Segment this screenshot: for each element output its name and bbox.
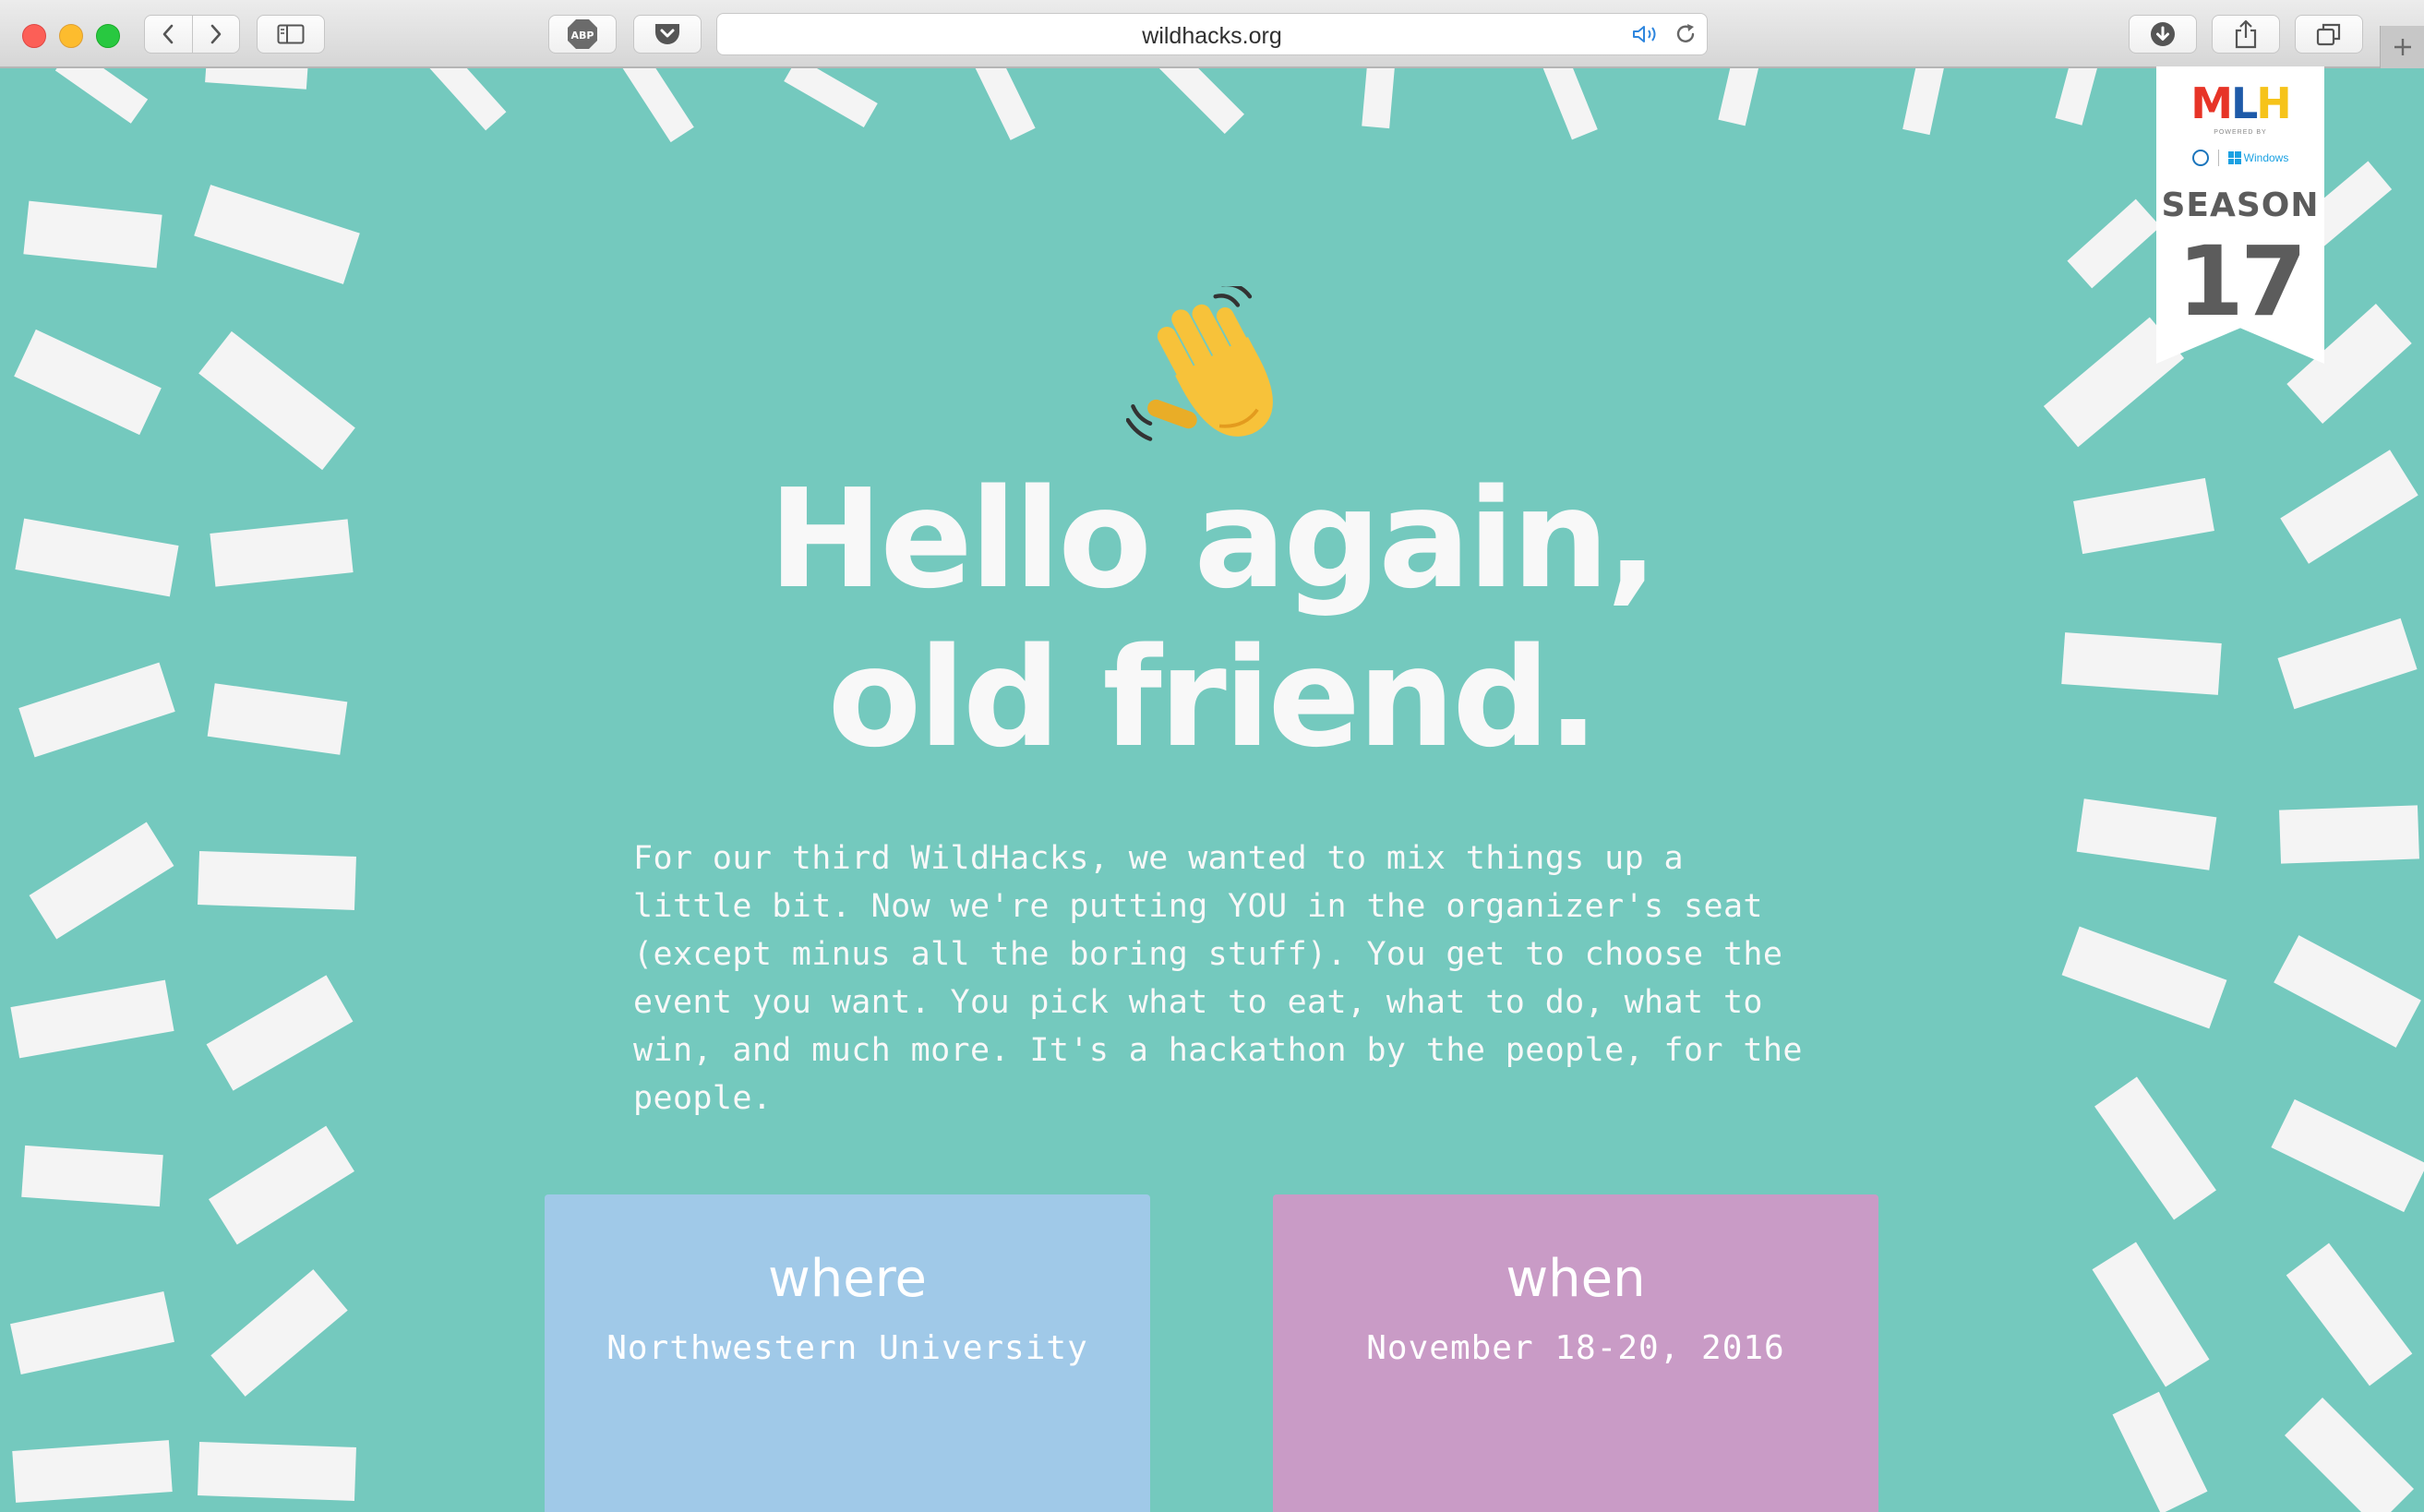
confetti-strip (2094, 1076, 2216, 1220)
confetti-strip (210, 1269, 348, 1397)
confetti-strip (2277, 618, 2418, 710)
confetti-strip (2271, 1098, 2424, 1213)
page-headline: Hello again, old friend. (750, 460, 1674, 777)
confetti-strip (1159, 68, 1244, 134)
reload-icon[interactable] (1674, 22, 1698, 46)
confetti-strip (2284, 1397, 2415, 1512)
confetti-strip (2072, 477, 2214, 555)
confetti-strip (2076, 798, 2216, 870)
confetti-strip (54, 68, 149, 124)
season-label: SEASON (2161, 186, 2320, 224)
confetti-strip (1362, 68, 1397, 129)
confetti-strip (2280, 450, 2418, 564)
confetti-strip (2061, 632, 2222, 695)
confetti-strip (2279, 805, 2419, 864)
mlh-logo-m: M (2190, 78, 2233, 128)
confetti-strip (209, 1125, 354, 1245)
headline-line-2: old friend. (827, 618, 1600, 777)
url-text: wildhacks.org (1142, 23, 1282, 49)
intro-paragraph: For our third WildHacks, we wanted to mi… (633, 840, 1803, 1117)
confetti-strip (1541, 68, 1598, 140)
adblock-label: ABP (571, 30, 594, 42)
confetti-strip (22, 200, 162, 269)
audio-playing-icon[interactable] (1631, 23, 1662, 45)
new-tab-button[interactable] (2380, 26, 2424, 68)
headline-line-1: Hello again, (768, 460, 1659, 618)
adblock-icon: ABP (568, 19, 597, 49)
forward-button[interactable] (191, 16, 240, 53)
sidebar-icon (277, 24, 305, 44)
dell-logo-icon (2191, 150, 2209, 166)
tab-overview-button[interactable] (2295, 15, 2363, 54)
confetti-strip (198, 851, 356, 910)
sponsor-divider (2217, 150, 2219, 166)
confetti-strip (210, 519, 354, 587)
downloads-button[interactable] (2129, 15, 2197, 54)
confetti-strip (426, 68, 506, 131)
season-number: 17 (2177, 225, 2308, 338)
address-bar[interactable]: wildhacks.org (716, 13, 1708, 55)
navigation-buttons (144, 15, 240, 54)
mlh-season-badge[interactable]: MLH POWERED BY Windows SEASON 17 (2156, 66, 2324, 364)
close-window-button[interactable] (22, 24, 46, 48)
confetti-strip (21, 1145, 163, 1207)
plus-icon (2394, 39, 2411, 55)
windows-logo: Windows (2227, 151, 2289, 164)
confetti-strip (14, 329, 162, 436)
confetti-strip (12, 1440, 173, 1503)
share-icon (2235, 19, 2257, 49)
confetti-strip (29, 822, 174, 940)
confetti-strip (205, 68, 308, 90)
mlh-logo-l: L (2230, 78, 2258, 128)
windows-label: Windows (2243, 151, 2289, 164)
sponsor-logos: Windows (2156, 150, 2324, 166)
confetti-strip (206, 975, 354, 1091)
confetti-strip (784, 68, 878, 127)
when-card-title: when (1506, 1249, 1646, 1309)
chevron-right-icon (210, 24, 222, 44)
confetti-strip (198, 1442, 356, 1501)
confetti-strip (2055, 68, 2099, 126)
confetti-strip (620, 68, 694, 143)
confetti-strip (2061, 926, 2227, 1029)
confetti-strip (1718, 68, 1762, 126)
confetti-strip (15, 518, 179, 597)
confetti-strip (2067, 198, 2161, 289)
windows-logo-icon (2227, 151, 2241, 164)
browser-toolbar: ABP wildhacks.org (0, 0, 2424, 68)
confetti-strip (10, 979, 174, 1059)
sidebar-toggle-button[interactable] (257, 15, 325, 54)
download-icon (2151, 22, 2175, 46)
fullscreen-window-button[interactable] (96, 24, 120, 48)
confetti-strip (207, 683, 347, 755)
confetti-strip (973, 68, 1036, 140)
web-page: Hello again, old friend. For our third W… (0, 68, 2424, 1512)
mlh-logo-h: H (2256, 78, 2291, 128)
pocket-icon (655, 24, 679, 44)
confetti-strip (2274, 935, 2421, 1048)
waving-hand-icon (1126, 286, 1273, 441)
confetti-strip (10, 1290, 174, 1375)
back-button[interactable] (145, 16, 192, 53)
when-card: when November 18-20, 2016 (1273, 1194, 1878, 1512)
confetti-strip (198, 330, 355, 471)
where-card-value: Northwestern University (606, 1329, 1088, 1367)
confetti-strip (2092, 1242, 2210, 1387)
where-card: where Northwestern University (545, 1194, 1150, 1512)
tabs-icon (2316, 23, 2341, 46)
chevron-left-icon (162, 24, 174, 44)
confetti-strip (1902, 68, 1947, 136)
confetti-strip (2286, 1242, 2413, 1386)
pocket-button[interactable] (633, 15, 702, 54)
confetti-strip (194, 185, 360, 284)
share-button[interactable] (2212, 15, 2280, 54)
when-card-value: November 18-20, 2016 (1366, 1329, 1785, 1367)
minimize-window-button[interactable] (59, 24, 83, 48)
confetti-strip (18, 662, 175, 758)
adblock-button[interactable]: ABP (548, 15, 617, 54)
where-card-title: where (768, 1249, 927, 1309)
powered-by-label: POWERED BY (2214, 129, 2267, 136)
mlh-logo: MLH (2156, 79, 2324, 127)
confetti-strip (2112, 1391, 2208, 1512)
